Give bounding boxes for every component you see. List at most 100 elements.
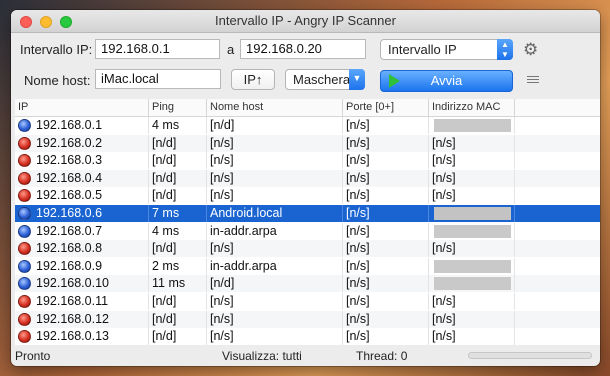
gear-icon[interactable]: ⚙ [523, 41, 538, 58]
table-row[interactable]: 192.168.0.11 [n/d] [n/s] [n/s] [n/s] [15, 293, 600, 310]
cell-mac: [n/s] [429, 328, 515, 345]
cell-ip: 192.168.0.2 [15, 134, 149, 152]
ip-up-button[interactable]: IP↑ [231, 69, 275, 90]
cell-host: [n/s] [207, 293, 343, 310]
range-label: Intervallo IP: [20, 42, 93, 57]
range-start-input[interactable]: 192.168.0.1 [95, 39, 220, 59]
cell-ip: 192.168.0.3 [15, 152, 149, 170]
hostname-input[interactable]: iMac.local [95, 69, 221, 89]
status-threads: Thread: 0 [356, 349, 408, 363]
cell-ip: 192.168.0.5 [15, 187, 149, 205]
table-row[interactable]: 192.168.0.7 4 ms in-addr.arpa [n/s] [15, 222, 600, 240]
alive-status-icon [18, 119, 31, 132]
cell-ping: [n/d] [149, 328, 207, 345]
cell-host: [n/s] [207, 310, 343, 328]
table-row[interactable]: 192.168.0.10 11 ms [n/d] [n/s] [15, 275, 600, 293]
cell-mac: [n/s] [429, 310, 515, 328]
redacted-mac-address [434, 277, 511, 291]
cell-ping: [n/d] [149, 134, 207, 152]
ip-address: 192.168.0.10 [36, 276, 109, 291]
cell-ping: 4 ms [149, 117, 207, 134]
cell-host: in-addr.arpa [207, 222, 343, 240]
redacted-mac-address [434, 119, 511, 132]
cell-mac: [n/s] [429, 240, 515, 258]
cell-ports: [n/s] [343, 293, 429, 310]
alive-status-icon [18, 224, 31, 238]
cell-mac: [n/s] [429, 152, 515, 170]
table-row[interactable]: 192.168.0.1 4 ms [n/d] [n/s] [15, 117, 600, 134]
netmask-value: Maschera [293, 72, 351, 87]
cell-mac [429, 222, 515, 240]
cell-ip: 192.168.0.11 [15, 293, 149, 310]
dead-status-icon [18, 171, 31, 185]
cell-host: [n/s] [207, 187, 343, 205]
table-row[interactable]: 192.168.0.13 [n/d] [n/s] [n/s] [n/s] [15, 328, 600, 345]
redacted-mac-address [434, 207, 511, 220]
column-header-ip[interactable]: IP [15, 99, 149, 116]
column-header-ports[interactable]: Porte [0+] [343, 99, 429, 116]
cell-mac [429, 257, 515, 275]
column-header-ping[interactable]: Ping [149, 99, 207, 116]
cell-ping: [n/d] [149, 310, 207, 328]
ip-address: 192.168.0.12 [36, 311, 109, 326]
start-button-label: Avvia [430, 73, 463, 88]
list-icon[interactable] [527, 76, 539, 85]
cell-ping: [n/d] [149, 152, 207, 170]
feeder-mode-select[interactable]: Intervallo IP ▲ ▼ [380, 39, 513, 60]
cell-mac [429, 275, 515, 293]
table-row[interactable]: 192.168.0.3 [n/d] [n/s] [n/s] [n/s] [15, 152, 600, 170]
cell-ports: [n/s] [343, 187, 429, 205]
ip-address: 192.168.0.13 [36, 329, 109, 344]
range-end-input[interactable]: 192.168.0.20 [240, 39, 366, 59]
cell-ip: 192.168.0.1 [15, 117, 149, 134]
results-table[interactable]: IP Ping Nome host Porte [0+] Indirizzo M… [15, 99, 600, 345]
ip-address: 192.168.0.11 [36, 294, 109, 308]
cell-host: [n/s] [207, 240, 343, 258]
column-header-hostname[interactable]: Nome host [207, 99, 343, 116]
cell-ip: 192.168.0.10 [15, 275, 149, 293]
range-to-label: a [227, 42, 235, 57]
cell-host: [n/s] [207, 328, 343, 345]
cell-mac: [n/s] [429, 134, 515, 152]
zoom-window-button[interactable] [60, 16, 72, 28]
cell-ping: 7 ms [149, 205, 207, 222]
redacted-mac-address [434, 224, 511, 238]
netmask-select[interactable]: Maschera ▼ [285, 69, 365, 90]
table-header: IP Ping Nome host Porte [0+] Indirizzo M… [15, 99, 600, 117]
play-icon [389, 74, 400, 88]
cell-ping: [n/d] [149, 187, 207, 205]
cell-host: [n/d] [207, 275, 343, 293]
cell-ip: 192.168.0.13 [15, 328, 149, 345]
cell-mac [429, 117, 515, 134]
table-row[interactable]: 192.168.0.2 [n/d] [n/s] [n/s] [n/s] [15, 134, 600, 152]
cell-ip: 192.168.0.4 [15, 169, 149, 187]
cell-mac: [n/s] [429, 293, 515, 310]
cell-mac: [n/s] [429, 187, 515, 205]
chevron-down-icon: ▼ [349, 69, 365, 90]
scan-progress-bar [468, 352, 592, 359]
table-row[interactable]: 192.168.0.8 [n/d] [n/s] [n/s] [n/s] [15, 240, 600, 258]
status-display-filter: Visualizza: tutti [222, 349, 302, 363]
table-row[interactable]: 192.168.0.4 [n/d] [n/s] [n/s] [n/s] [15, 169, 600, 187]
app-window: Intervallo IP - Angry IP Scanner Interva… [11, 10, 600, 366]
cell-host: [n/s] [207, 134, 343, 152]
cell-ports: [n/s] [343, 257, 429, 275]
column-header-mac[interactable]: Indirizzo MAC [429, 99, 515, 116]
cell-ip: 192.168.0.9 [15, 257, 149, 275]
table-row[interactable]: 192.168.0.6 7 ms Android.local [n/s] [15, 205, 600, 222]
table-row[interactable]: 192.168.0.12 [n/d] [n/s] [n/s] [n/s] [15, 310, 600, 328]
status-bar: Pronto Visualizza: tutti Thread: 0 [11, 346, 600, 366]
cell-ports: [n/s] [343, 310, 429, 328]
close-window-button[interactable] [20, 16, 32, 28]
start-button[interactable]: Avvia [380, 70, 513, 92]
table-row[interactable]: 192.168.0.9 2 ms in-addr.arpa [n/s] [15, 257, 600, 275]
table-row[interactable]: 192.168.0.5 [n/d] [n/s] [n/s] [n/s] [15, 187, 600, 205]
cell-ports: [n/s] [343, 205, 429, 222]
title-bar: Intervallo IP - Angry IP Scanner [11, 10, 600, 33]
cell-ports: [n/s] [343, 152, 429, 170]
feeder-mode-value: Intervallo IP [388, 42, 457, 57]
minimize-window-button[interactable] [40, 16, 52, 28]
cell-ping: [n/d] [149, 240, 207, 258]
dead-status-icon [18, 295, 31, 308]
cell-host: Android.local [207, 205, 343, 222]
